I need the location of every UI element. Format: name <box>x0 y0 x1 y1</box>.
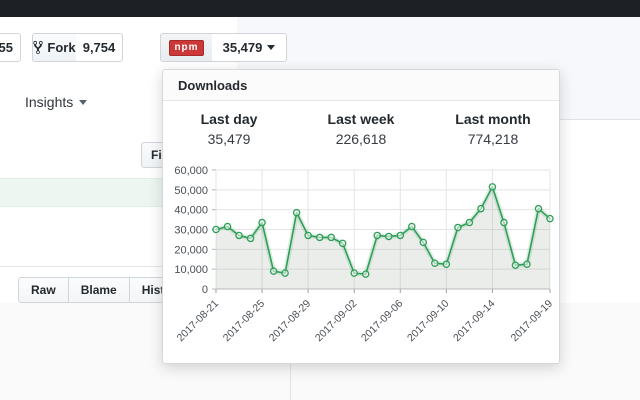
npm-extension-button[interactable]: npm <box>160 33 213 62</box>
data-point-marker <box>512 262 518 268</box>
y-tick-label: 60,000 <box>174 165 208 177</box>
x-tick-label: 2017-08-29 <box>267 298 314 345</box>
x-tick-label: 2017-08-21 <box>175 298 222 345</box>
stat-label: Last month <box>427 111 559 127</box>
data-point-marker <box>443 261 449 267</box>
data-point-marker <box>282 270 288 276</box>
fork-count-label: 9,754 <box>83 40 116 55</box>
x-tick-label: 2017-09-19 <box>509 298 556 345</box>
x-tick-label: 2017-09-14 <box>451 298 498 345</box>
x-tick-label: 2017-08-25 <box>221 298 268 345</box>
download-stats: Last day 35,479 Last week 226,618 Last m… <box>163 111 559 147</box>
data-point-marker <box>328 234 334 240</box>
data-point-marker <box>363 271 369 277</box>
watch-count-label: 55 <box>0 40 13 55</box>
background-table-divider <box>290 364 291 400</box>
data-point-marker <box>351 270 357 276</box>
y-tick-label: 50,000 <box>174 185 208 197</box>
branch-info-bar <box>0 178 175 207</box>
npm-logo-icon: npm <box>169 40 203 56</box>
file-box-border <box>0 266 175 267</box>
raw-label: Raw <box>31 283 56 297</box>
data-point-marker <box>466 219 472 225</box>
stat-value: 35,479 <box>163 131 295 147</box>
data-point-marker <box>455 224 461 230</box>
chart-container: 0 10,000 20,000 30,000 40,000 50,000 60,000 201… <box>163 150 561 365</box>
data-point-marker <box>294 210 300 216</box>
popup-title-label: Downloads <box>178 78 247 93</box>
data-point-marker <box>374 232 380 238</box>
data-point-marker <box>270 268 276 274</box>
data-point-marker <box>213 226 219 232</box>
downloads-chart: 0 10,000 20,000 30,000 40,000 50,000 60,000 201… <box>163 150 561 365</box>
stat-last-day: Last day 35,479 <box>163 111 295 147</box>
data-point-marker <box>524 261 530 267</box>
chevron-down-icon <box>79 100 87 105</box>
watch-count-button[interactable]: 55 <box>0 33 21 62</box>
data-point-marker <box>340 240 346 246</box>
data-point-marker <box>305 232 311 238</box>
npm-count-label: 35,479 <box>223 40 263 55</box>
data-point-marker <box>386 233 392 239</box>
top-navbar <box>0 0 640 17</box>
fork-icon <box>33 40 43 55</box>
downloads-popup: Downloads Last day 35,479 Last week 226,… <box>162 69 560 364</box>
data-point-marker <box>489 184 495 190</box>
data-point-marker <box>247 235 253 241</box>
data-point-marker <box>397 232 403 238</box>
blame-label: Blame <box>81 283 117 297</box>
x-tick-label: 2017-09-02 <box>313 298 360 345</box>
data-point-marker <box>535 206 541 212</box>
fork-count-button[interactable]: 9,754 <box>76 33 123 62</box>
data-point-marker <box>259 219 265 225</box>
stat-value: 226,618 <box>295 131 427 147</box>
find-file-label: Fi <box>151 148 162 162</box>
insights-label: Insights <box>25 94 73 110</box>
stat-last-month: Last month 774,218 <box>427 111 559 147</box>
data-point-marker <box>409 223 415 229</box>
y-tick-label: 40,000 <box>174 205 208 217</box>
raw-button[interactable]: Raw <box>18 277 69 303</box>
data-point-marker <box>224 223 230 229</box>
blame-button[interactable]: Blame <box>69 277 130 303</box>
y-tick-label: 10,000 <box>174 264 208 276</box>
y-tick-label: 20,000 <box>174 244 208 256</box>
fork-button-label: Fork <box>47 40 75 55</box>
y-tick-label: 30,000 <box>174 225 208 237</box>
data-point-marker <box>478 206 484 212</box>
data-point-marker <box>420 239 426 245</box>
chevron-down-icon <box>267 45 275 50</box>
data-point-marker <box>501 219 507 225</box>
stat-value: 774,218 <box>427 131 559 147</box>
stat-label: Last day <box>163 111 295 127</box>
x-tick-label: 2017-09-10 <box>405 298 452 345</box>
data-point-marker <box>547 215 553 221</box>
data-point-marker <box>317 234 323 240</box>
popup-title: Downloads <box>163 70 559 101</box>
tab-insights[interactable]: Insights <box>25 92 87 112</box>
data-point-marker <box>432 260 438 266</box>
fork-button[interactable]: Fork <box>32 33 77 62</box>
x-tick-label: 2017-09-06 <box>359 298 406 345</box>
y-tick-label: 0 <box>202 284 208 296</box>
data-point-marker <box>236 232 242 238</box>
npm-downloads-count-button[interactable]: 35,479 <box>212 33 287 62</box>
stat-last-week: Last week 226,618 <box>295 111 427 147</box>
stat-label: Last week <box>295 111 427 127</box>
